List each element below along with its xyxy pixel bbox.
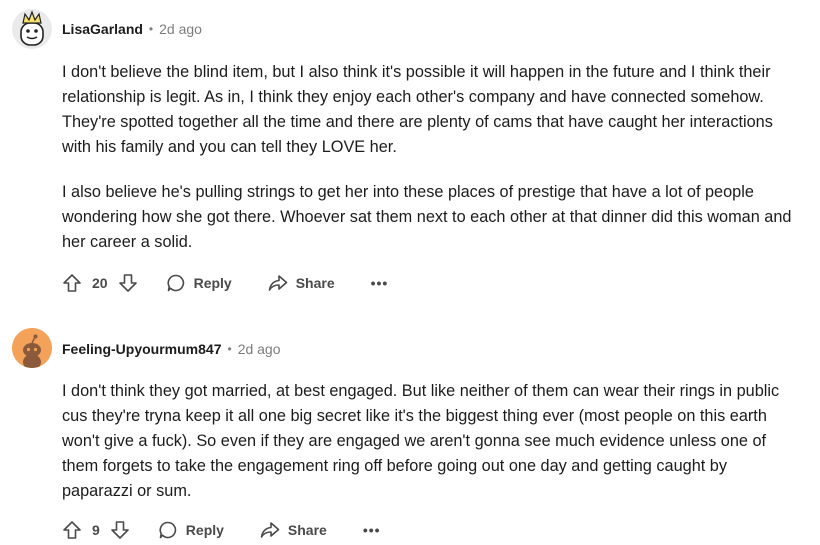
reply-button[interactable]: Reply (166, 273, 232, 293)
comment-body: I don't think they got married, at best … (62, 379, 802, 504)
meta-separator: • (227, 342, 232, 356)
downvote-button[interactable] (110, 520, 130, 540)
arrow-down-icon (118, 274, 137, 292)
author-name[interactable]: LisaGarland (62, 21, 143, 37)
author-name[interactable]: Feeling-Upyourmum847 (62, 341, 221, 357)
speech-bubble-icon (167, 274, 184, 292)
vote-count: 9 (92, 522, 100, 538)
snoo-avatar-icon (12, 9, 52, 49)
user-avatar[interactable] (12, 328, 52, 368)
timestamp[interactable]: 2d ago (159, 21, 202, 37)
upvote-button[interactable] (62, 273, 82, 293)
share-label: Share (295, 275, 335, 291)
share-label: Share (287, 522, 327, 538)
reply-label: Reply (193, 275, 232, 291)
arrow-up-icon (63, 274, 81, 292)
more-options-button[interactable]: ••• (363, 522, 381, 538)
snoo-avatar-icon (12, 328, 52, 368)
user-avatar[interactable] (12, 9, 52, 49)
arrow-down-icon (110, 521, 129, 539)
reply-button[interactable]: Reply (158, 520, 224, 540)
comment-actions: 20 Reply Share ••• (62, 268, 388, 298)
share-arrow-icon (260, 522, 280, 538)
comment-paragraph: I don't think they got married, at best … (62, 382, 780, 500)
share-button[interactable]: Share (260, 520, 327, 540)
downvote-button[interactable] (118, 273, 138, 293)
comment-meta: LisaGarland • 2d ago (62, 19, 202, 39)
ellipsis-icon: ••• (362, 522, 381, 538)
speech-bubble-icon (159, 521, 176, 539)
meta-separator: • (148, 22, 154, 36)
comment-paragraph: I don't believe the blind item, but I al… (62, 63, 773, 156)
ellipsis-icon: ••• (370, 275, 389, 291)
timestamp[interactable]: 2d ago (238, 341, 281, 357)
upvote-button[interactable] (62, 520, 82, 540)
comment-meta: Feeling-Upyourmum847 • 2d ago (62, 339, 281, 359)
vote-count: 20 (92, 275, 108, 291)
more-options-button[interactable]: ••• (371, 275, 389, 291)
comment-paragraph: I also believe he's pulling strings to g… (62, 183, 792, 251)
reply-label: Reply (185, 522, 224, 538)
arrow-up-icon (63, 521, 81, 539)
share-button[interactable]: Share (268, 273, 335, 293)
comment-body: I don't believe the blind item, but I al… (62, 60, 802, 255)
share-arrow-icon (268, 275, 288, 291)
